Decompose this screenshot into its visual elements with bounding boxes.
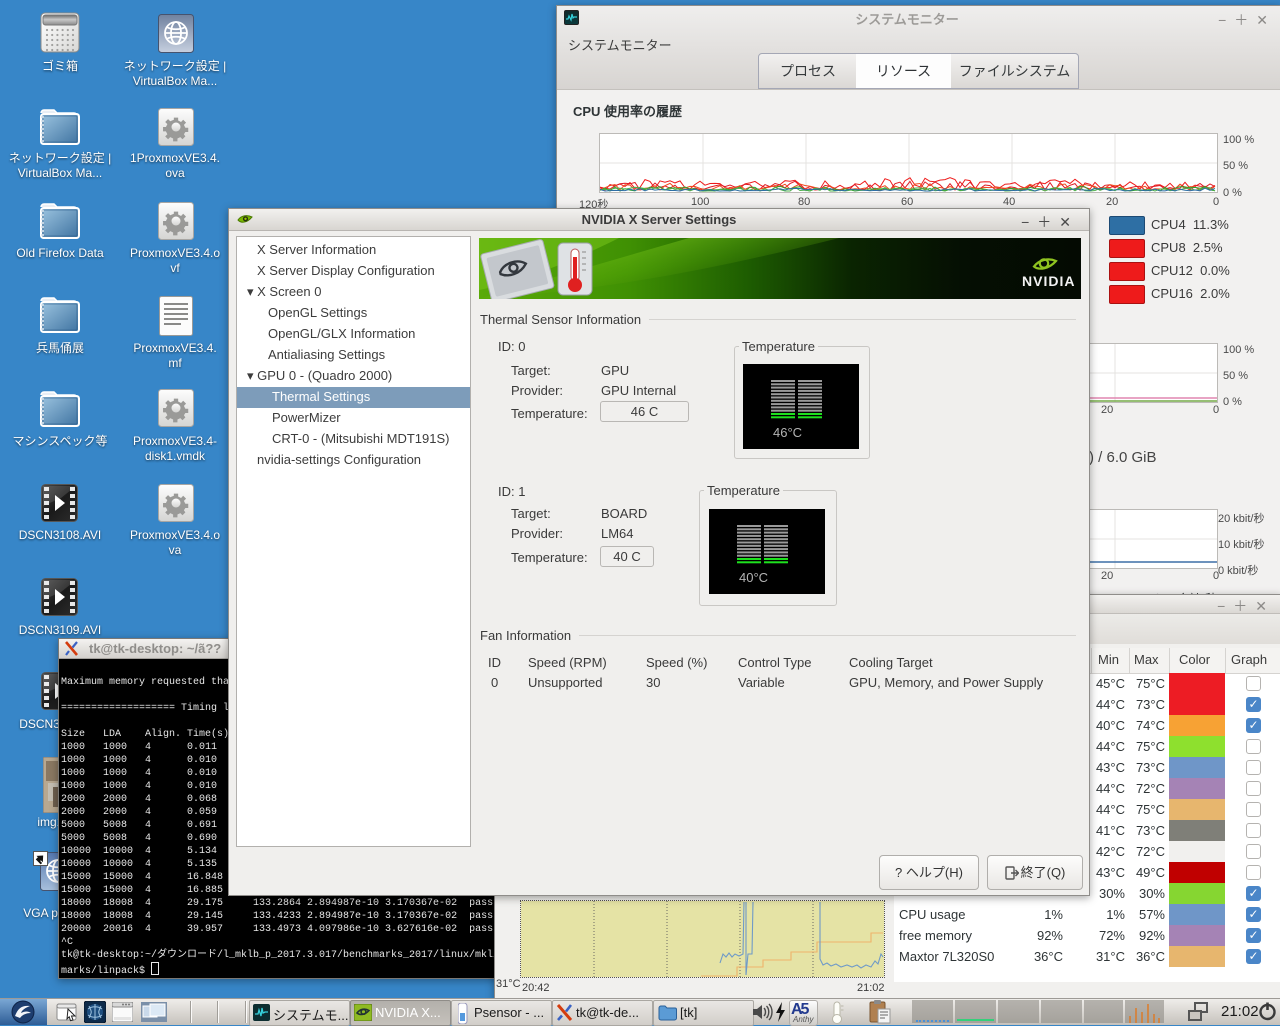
svg-text:40°C: 40°C (739, 570, 768, 585)
svg-text:NVIDIA: NVIDIA (1022, 273, 1075, 289)
svg-text:46°C: 46°C (773, 425, 802, 440)
